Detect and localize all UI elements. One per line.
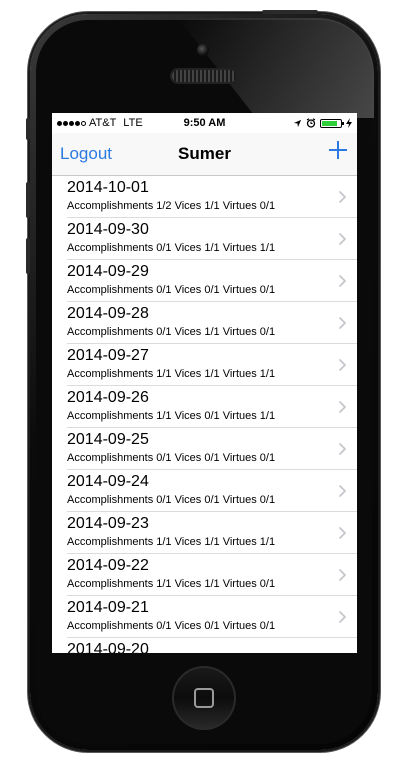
list-item[interactable]: 2014-09-21 Accomplishments 0/1 Vices 0/1 … [52, 596, 357, 638]
chevron-right-icon [338, 316, 347, 330]
page-title: Sumer [178, 144, 231, 163]
entry-date: 2014-09-24 [67, 473, 149, 490]
chevron-right-icon [338, 568, 347, 582]
list-item[interactable]: 2014-09-27 Accomplishments 1/1 Vices 1/1 … [52, 344, 357, 386]
volume-up-button [26, 182, 30, 218]
chevron-right-icon [338, 610, 347, 624]
location-arrow-icon [293, 119, 302, 127]
chevron-right-icon [338, 358, 347, 372]
earpiece-speaker [172, 70, 236, 82]
chevron-right-icon [338, 442, 347, 456]
entry-date: 2014-09-25 [67, 431, 149, 448]
entry-date: 2014-09-27 [67, 347, 149, 364]
entry-summary: Accomplishments 0/1 Vices 0/1 Virtues 0/… [67, 494, 276, 506]
entry-summary: Accomplishments 0/1 Vices 1/1 Virtues 0/… [67, 326, 276, 338]
mute-switch [26, 118, 30, 140]
list-item[interactable]: 2014-09-28 Accomplishments 0/1 Vices 1/1 … [52, 302, 357, 344]
entry-summary: Accomplishments 1/1 Vices 1/1 Virtues 1/… [67, 368, 276, 380]
home-button[interactable] [172, 666, 236, 730]
chevron-right-icon [338, 274, 347, 288]
power-button [262, 10, 318, 14]
entry-summary: Accomplishments 0/1 Vices 0/1 Virtues 0/… [67, 620, 276, 632]
chevron-right-icon [338, 190, 347, 204]
chevron-right-icon [338, 526, 347, 540]
chevron-right-icon [340, 652, 341, 653]
navigation-bar: Logout Sumer [52, 133, 357, 176]
status-bar: AT&T LTE 9:50 AM [52, 113, 357, 133]
entry-date: 2014-09-22 [67, 557, 149, 574]
volume-down-button [26, 238, 30, 274]
entry-summary: Accomplishments 1/1 Vices 0/1 Virtues 1/… [67, 410, 276, 422]
list-item[interactable]: 2014-09-24 Accomplishments 0/1 Vices 0/1 … [52, 470, 357, 512]
entry-summary: Accomplishments 1/2 Vices 1/1 Virtues 0/… [67, 200, 276, 212]
entry-date: 2014-09-26 [67, 389, 149, 406]
app-screen: AT&T LTE 9:50 AM Logout Sumer 2014-10-01… [52, 113, 357, 653]
entry-date: 2014-09-30 [67, 221, 149, 238]
entry-summary: Accomplishments 0/1 Vices 0/1 Virtues 0/… [67, 284, 276, 296]
chevron-right-icon [338, 232, 347, 246]
list-item[interactable]: 2014-09-26 Accomplishments 1/1 Vices 0/1 … [52, 386, 357, 428]
entry-list: 2014-10-01 Accomplishments 1/2 Vices 1/1 … [52, 176, 357, 653]
charging-bolt-icon [346, 118, 352, 128]
list-item[interactable]: 2014-09-20 [52, 638, 357, 653]
home-square-icon [194, 688, 214, 708]
chevron-right-icon [338, 400, 347, 414]
list-item[interactable]: 2014-10-01 Accomplishments 1/2 Vices 1/1 … [52, 176, 357, 218]
entry-summary: Accomplishments 0/1 Vices 1/1 Virtues 1/… [67, 242, 276, 254]
front-camera [197, 44, 209, 56]
list-item[interactable]: 2014-09-29 Accomplishments 0/1 Vices 0/1 … [52, 260, 357, 302]
chevron-right-icon [338, 484, 347, 498]
entry-date: 2014-09-28 [67, 305, 149, 322]
entry-summary: Accomplishments 0/1 Vices 0/1 Virtues 0/… [67, 452, 276, 464]
list-item[interactable]: 2014-09-23 Accomplishments 1/1 Vices 1/1 … [52, 512, 357, 554]
entry-date: 2014-09-21 [67, 599, 149, 616]
entry-summary: Accomplishments 1/1 Vices 1/1 Virtues 1/… [67, 536, 276, 548]
entry-summary: Accomplishments 1/1 Vices 1/1 Virtues 0/… [67, 578, 276, 590]
entry-date: 2014-09-20 [67, 641, 149, 653]
entry-date: 2014-09-29 [67, 263, 149, 280]
entry-date: 2014-10-01 [67, 179, 149, 196]
list-item[interactable]: 2014-09-22 Accomplishments 1/1 Vices 1/1 … [52, 554, 357, 596]
entry-date: 2014-09-23 [67, 515, 149, 532]
list-item[interactable]: 2014-09-30 Accomplishments 0/1 Vices 1/1 … [52, 218, 357, 260]
list-item[interactable]: 2014-09-25 Accomplishments 0/1 Vices 0/1 … [52, 428, 357, 470]
battery-icon [320, 118, 344, 128]
plus-icon [329, 141, 347, 159]
alarm-icon [306, 118, 316, 128]
add-button[interactable] [327, 139, 349, 161]
